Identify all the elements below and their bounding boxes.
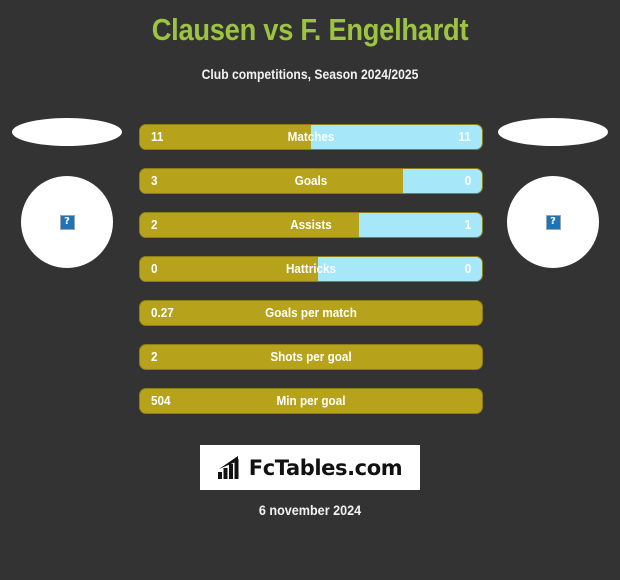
date-label: 6 november 2024: [258, 502, 362, 518]
stat-bar-label: Goals per match: [265, 305, 357, 320]
stat-bar-label: Assists: [290, 217, 332, 232]
broken-image-glyph: ?: [550, 216, 556, 227]
player-left-name-plate: [12, 118, 122, 146]
bar-chart-arrow-icon: [217, 455, 239, 479]
header: Clausen vs F. Engelhardt Club competitio…: [0, 0, 620, 82]
stat-bar-row: 504 Min per goal: [139, 388, 483, 414]
stat-bar-label: Shots per goal: [270, 349, 352, 364]
stat-bar-row: 2 Shots per goal: [139, 344, 483, 370]
broken-image-glyph: ?: [64, 216, 70, 227]
stat-bar-row: 3 Goals 0: [139, 168, 483, 194]
player-right: ?: [490, 118, 616, 268]
stat-bar-label: Hattricks: [285, 261, 337, 276]
stat-bar-label: Matches: [287, 129, 335, 144]
stat-bar-row: 11 Matches 11: [139, 124, 483, 150]
stat-bars: 11 Matches 11 3 Goals 0 2 Assists 1 0 Hattricks 0 0.…: [139, 124, 483, 432]
fctables-logo[interactable]: FcTables.com: [200, 445, 420, 490]
stat-bar-right-value: 0: [464, 173, 471, 188]
stat-bar-right-value: 0: [464, 261, 471, 276]
stat-bar-row: 0 Hattricks 0: [139, 256, 483, 282]
player-left: ?: [4, 118, 130, 268]
page-title: Clausen vs F. Engelhardt: [151, 12, 469, 47]
comparison-infographic: Clausen vs F. Engelhardt Club competitio…: [0, 0, 620, 580]
stat-bar-right-value: 11: [458, 129, 471, 144]
stat-bar-label: Min per goal: [276, 393, 346, 408]
stat-bar-row: 0.27 Goals per match: [139, 300, 483, 326]
stat-bar-right-value: 1: [464, 217, 471, 232]
player-right-name-plate: [498, 118, 608, 146]
player-right-avatar: ?: [507, 176, 599, 268]
fctables-logo-text: FcTables.com: [248, 455, 403, 480]
player-left-avatar: ?: [21, 176, 113, 268]
stat-bar-label: Goals: [294, 173, 328, 188]
broken-image-icon: ?: [59, 214, 75, 230]
stat-bar-row: 2 Assists 1: [139, 212, 483, 238]
page-subtitle: Club competitions, Season 2024/2025: [201, 67, 419, 82]
broken-image-icon: ?: [545, 214, 561, 230]
